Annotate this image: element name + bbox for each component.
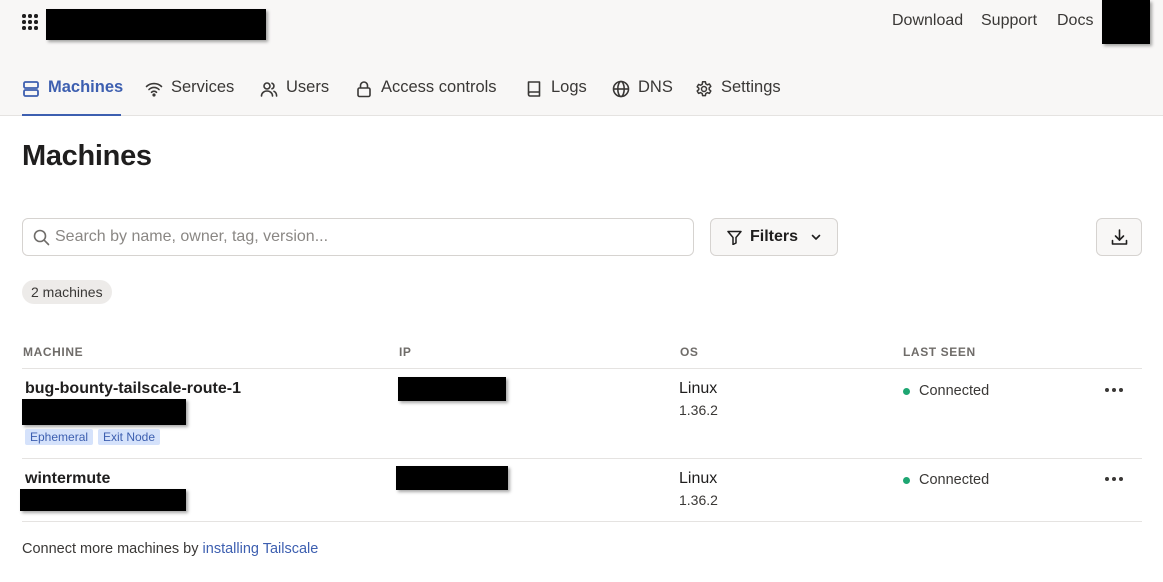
redacted-org-name bbox=[46, 9, 266, 40]
column-header-ip[interactable]: IP bbox=[399, 345, 412, 359]
install-tailscale-link[interactable]: installing Tailscale bbox=[203, 541, 319, 557]
machine-name[interactable]: wintermute bbox=[25, 470, 110, 488]
status-dot-icon bbox=[903, 387, 910, 395]
tag-badge: Ephemeral bbox=[25, 429, 94, 445]
status-indicator: Connected bbox=[903, 472, 989, 488]
tag-badge: Exit Node bbox=[98, 429, 161, 445]
header-divider bbox=[22, 368, 1142, 369]
download-icon bbox=[1111, 229, 1128, 245]
top-bar: Download Support Docs Machines Services … bbox=[0, 0, 1163, 116]
column-header-os[interactable]: OS bbox=[680, 345, 699, 359]
machine-name[interactable]: bug-bounty-tailscale-route-1 bbox=[25, 380, 241, 398]
redacted-ip bbox=[396, 466, 508, 490]
tab-users-label: Users bbox=[286, 78, 330, 96]
os-version: 1.36.2 bbox=[679, 402, 718, 418]
tab-access-controls-label: Access controls bbox=[381, 78, 497, 96]
support-link[interactable]: Support bbox=[981, 12, 1037, 30]
tab-services[interactable]: Services bbox=[145, 78, 234, 116]
export-button[interactable] bbox=[1096, 218, 1142, 256]
tab-dns-label: DNS bbox=[638, 78, 673, 96]
download-link[interactable]: Download bbox=[892, 12, 963, 30]
users-icon bbox=[260, 82, 278, 97]
redacted-ip bbox=[398, 377, 506, 401]
tab-logs[interactable]: Logs bbox=[525, 78, 587, 116]
tab-machines[interactable]: Machines bbox=[22, 78, 124, 116]
more-options-icon[interactable] bbox=[1102, 382, 1128, 398]
more-options-icon[interactable] bbox=[1102, 471, 1128, 487]
tab-users[interactable]: Users bbox=[260, 78, 329, 116]
column-header-machine[interactable]: MACHINE bbox=[23, 345, 83, 359]
tab-access-controls[interactable]: Access controls bbox=[355, 78, 497, 116]
filters-button[interactable]: Filters bbox=[710, 218, 838, 256]
redacted-owner bbox=[20, 489, 186, 511]
column-header-last-seen[interactable]: LAST SEEN bbox=[903, 345, 976, 359]
os-name: Linux bbox=[679, 380, 718, 397]
search-box[interactable] bbox=[22, 218, 694, 256]
machine-count-badge: 2 machines bbox=[22, 280, 112, 304]
filter-icon bbox=[727, 230, 742, 245]
status-dot-icon bbox=[903, 476, 910, 484]
status-indicator: Connected bbox=[903, 383, 989, 399]
tab-services-label: Services bbox=[171, 78, 235, 96]
os-version: 1.36.2 bbox=[679, 492, 718, 508]
footer-text: Connect more machines by bbox=[22, 541, 199, 557]
chevron-down-icon bbox=[811, 234, 821, 240]
tab-machines-label: Machines bbox=[48, 78, 124, 96]
book-icon bbox=[527, 81, 541, 97]
page-title: Machines bbox=[22, 140, 152, 172]
status-label: Connected bbox=[919, 383, 990, 399]
search-icon bbox=[33, 229, 50, 246]
gear-icon bbox=[696, 81, 712, 97]
tab-logs-label: Logs bbox=[551, 78, 587, 96]
docs-link[interactable]: Docs bbox=[1057, 12, 1093, 30]
tab-settings[interactable]: Settings bbox=[695, 78, 781, 116]
globe-icon bbox=[612, 80, 630, 98]
search-input[interactable] bbox=[55, 220, 675, 254]
row-divider bbox=[22, 458, 1142, 459]
wifi-icon bbox=[145, 82, 163, 97]
app-grid-icon[interactable] bbox=[22, 14, 40, 30]
footer-note: Connect more machines by installing Tail… bbox=[22, 541, 318, 557]
row-divider bbox=[22, 521, 1142, 522]
machines-icon bbox=[23, 81, 39, 97]
redacted-account-avatar[interactable] bbox=[1102, 0, 1150, 44]
lock-icon bbox=[357, 81, 371, 98]
os-name: Linux bbox=[679, 470, 718, 487]
tab-settings-label: Settings bbox=[721, 78, 781, 96]
filters-label: Filters bbox=[750, 228, 799, 245]
redacted-owner bbox=[22, 399, 186, 425]
tab-dns[interactable]: DNS bbox=[612, 78, 673, 116]
status-label: Connected bbox=[919, 472, 990, 488]
